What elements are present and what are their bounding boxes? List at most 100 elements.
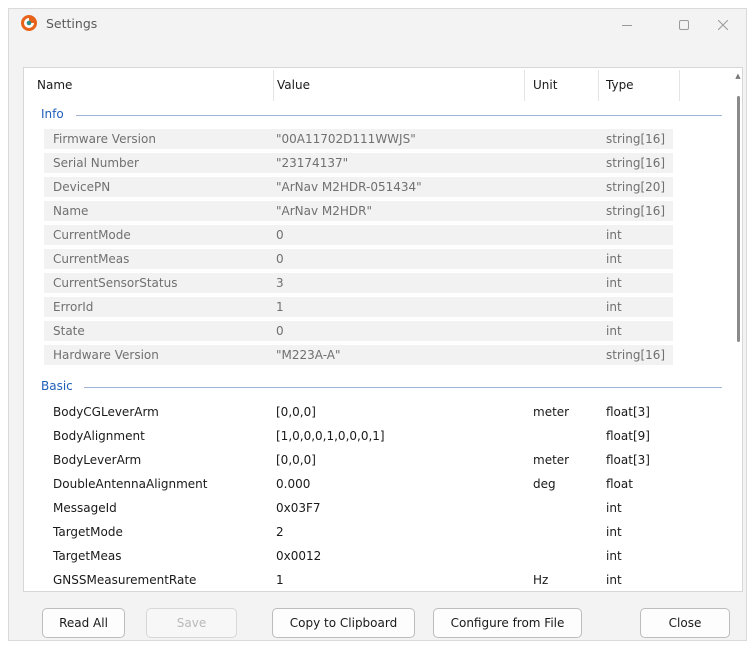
row-unit bbox=[524, 129, 603, 149]
read-all-button[interactable]: Read All bbox=[42, 608, 125, 638]
table-row[interactable]: MessageId 0x03F7 int bbox=[24, 498, 724, 522]
group-divider bbox=[76, 115, 722, 116]
table-row[interactable]: State 0 int bbox=[24, 321, 724, 345]
row-value[interactable]: 0x0012 bbox=[273, 546, 524, 566]
column-divider[interactable] bbox=[273, 70, 274, 101]
close-icon bbox=[718, 19, 728, 30]
row-type: string[16] bbox=[603, 129, 673, 149]
row-type: int bbox=[606, 549, 622, 563]
table-row[interactable]: CurrentSensorStatus 3 int bbox=[24, 273, 724, 297]
column-header-name[interactable]: Name bbox=[37, 68, 72, 103]
table-row[interactable]: DoubleAntennaAlignment 0.000 deg float bbox=[24, 474, 724, 498]
table-row[interactable]: BodyLeverArm [0,0,0] meter float[3] bbox=[24, 450, 724, 474]
row-value: 0 bbox=[273, 249, 524, 269]
maximize-button[interactable] bbox=[662, 9, 706, 40]
row-name: DoubleAntennaAlignment bbox=[53, 477, 208, 491]
row-value: "ArNav M2HDR-051434" bbox=[273, 177, 524, 197]
row-type: int bbox=[603, 225, 673, 245]
row-value: "00A11702D111WWJS" bbox=[273, 129, 524, 149]
table-row[interactable]: TargetMeas 0x0012 int bbox=[24, 546, 724, 570]
row-name: CurrentMeas bbox=[44, 249, 273, 269]
row-value[interactable]: [0,0,0] bbox=[273, 402, 524, 422]
scrollbar-thumb[interactable] bbox=[737, 96, 740, 342]
table-row[interactable]: Hardware Version "M223A-A" string[16] bbox=[24, 345, 724, 369]
column-divider[interactable] bbox=[524, 70, 525, 101]
table-row[interactable]: ErrorId 1 int bbox=[24, 297, 724, 321]
row-name: Firmware Version bbox=[44, 129, 273, 149]
window-title: Settings bbox=[46, 16, 98, 31]
row-value[interactable]: [0,0,0] bbox=[273, 450, 524, 470]
group-label: Info bbox=[41, 107, 69, 121]
row-value[interactable]: 0x03F7 bbox=[273, 498, 524, 518]
row-name: Name bbox=[44, 201, 273, 221]
table-row[interactable]: TargetMode 2 int bbox=[24, 522, 724, 546]
row-unit bbox=[524, 201, 603, 221]
row-unit bbox=[524, 498, 603, 518]
column-header-unit[interactable]: Unit bbox=[533, 68, 557, 103]
row-name: State bbox=[44, 321, 273, 341]
close-window-button[interactable] bbox=[701, 9, 745, 40]
scroll-up-icon[interactable]: ▲ bbox=[734, 71, 742, 81]
row-type: int bbox=[606, 525, 622, 539]
row-name: CurrentMode bbox=[44, 225, 273, 245]
group-header-basic: Basic bbox=[24, 377, 724, 397]
row-type: int bbox=[603, 297, 673, 317]
row-value: "23174137" bbox=[273, 153, 524, 173]
table-row[interactable]: Name "ArNav M2HDR" string[16] bbox=[24, 201, 724, 225]
table-row[interactable]: Firmware Version "00A11702D111WWJS" stri… bbox=[24, 129, 724, 153]
row-name: CurrentSensorStatus bbox=[44, 273, 273, 293]
settings-table: Name Value Unit Type Info Firmware Versi… bbox=[23, 67, 743, 592]
row-unit bbox=[524, 321, 603, 341]
maximize-icon bbox=[679, 19, 689, 30]
configure-from-file-button[interactable]: Configure from File bbox=[433, 608, 582, 638]
row-type: int bbox=[603, 249, 673, 269]
row-unit bbox=[524, 225, 603, 245]
table-row[interactable]: GNSSMeasurementRate 1 Hz int bbox=[24, 570, 724, 591]
row-type: float[9] bbox=[606, 429, 650, 443]
settings-window: Settings Name Value Unit Type Info Firmw… bbox=[8, 8, 747, 641]
table-row[interactable]: BodyCGLeverArm [0,0,0] meter float[3] bbox=[24, 402, 724, 426]
row-unit bbox=[524, 426, 603, 446]
row-type: string[16] bbox=[603, 153, 673, 173]
group-label: Basic bbox=[41, 379, 78, 393]
row-type: int bbox=[606, 501, 622, 515]
table-row[interactable]: CurrentMeas 0 int bbox=[24, 249, 724, 273]
row-unit: meter bbox=[533, 405, 570, 419]
column-divider[interactable] bbox=[598, 70, 599, 101]
table-row[interactable]: Serial Number "23174137" string[16] bbox=[24, 153, 724, 177]
row-unit: meter bbox=[533, 453, 570, 467]
row-value[interactable]: 2 bbox=[273, 522, 524, 542]
title-bar[interactable]: Settings bbox=[9, 9, 746, 40]
row-value[interactable]: 0.000 bbox=[273, 474, 524, 494]
close-button[interactable]: Close bbox=[640, 608, 730, 638]
row-value: 1 bbox=[273, 297, 524, 317]
table-row[interactable]: CurrentMode 0 int bbox=[24, 225, 724, 249]
table-row[interactable]: DevicePN "ArNav M2HDR-051434" string[20] bbox=[24, 177, 724, 201]
row-name: DevicePN bbox=[44, 177, 273, 197]
column-header-type[interactable]: Type bbox=[606, 68, 634, 103]
row-type: int bbox=[603, 273, 673, 293]
column-header-value[interactable]: Value bbox=[277, 68, 310, 103]
row-name: Serial Number bbox=[44, 153, 273, 173]
vertical-scrollbar[interactable]: ▲ bbox=[734, 71, 742, 591]
row-unit: Hz bbox=[533, 573, 549, 587]
copy-to-clipboard-button[interactable]: Copy to Clipboard bbox=[272, 608, 415, 638]
row-value[interactable]: [1,0,0,0,1,0,0,0,1] bbox=[273, 426, 524, 446]
row-type: int bbox=[606, 573, 622, 587]
row-type: string[16] bbox=[603, 201, 673, 221]
row-value[interactable]: 1 bbox=[273, 570, 524, 590]
row-name: BodyAlignment bbox=[53, 429, 145, 443]
row-name: GNSSMeasurementRate bbox=[53, 573, 197, 587]
group-divider bbox=[84, 387, 722, 388]
table-row[interactable]: BodyAlignment [1,0,0,0,1,0,0,0,1] float[… bbox=[24, 426, 724, 450]
save-button[interactable]: Save bbox=[146, 608, 237, 638]
minimize-button[interactable] bbox=[605, 9, 649, 40]
column-divider[interactable] bbox=[679, 70, 680, 101]
row-value: 0 bbox=[273, 321, 524, 341]
row-name: BodyCGLeverArm bbox=[53, 405, 159, 419]
minimize-icon bbox=[622, 24, 632, 26]
row-unit bbox=[524, 249, 603, 269]
row-type: float[3] bbox=[606, 405, 650, 419]
row-value: "M223A-A" bbox=[273, 345, 524, 365]
row-type: int bbox=[603, 321, 673, 341]
